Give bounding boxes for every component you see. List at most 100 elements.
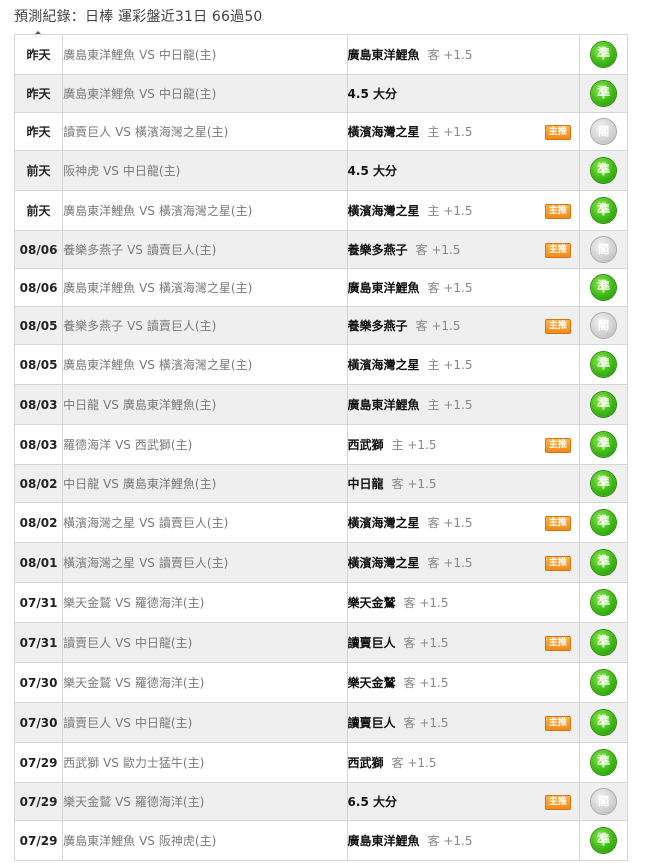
pick-team: 橫濱海灣之星 [347,516,420,530]
row-date: 08/02 [13,464,64,503]
hit-result-icon: 準 [590,42,616,67]
row-pick: 廣島東洋鯉魚客 +1.5 [346,34,580,75]
home-team-name: 讀賣巨人(主) [146,319,217,333]
row-pick: 橫濱海灣之星客 +1.5 主推 [346,542,580,583]
row-pick: 廣島東洋鯉魚客 +1.5 [346,268,580,307]
pick-team: 橫濱海灣之星 [347,125,420,139]
row-date: 08/02 [13,502,64,543]
row-matchup[interactable]: 養樂多燕子 VS 讀賣巨人(主) [62,230,348,269]
row-matchup[interactable]: 廣島東洋鯉魚 VS 中日龍(主) [62,74,348,113]
row-date: 07/29 [13,820,64,861]
row-matchup[interactable]: 養樂多燕子 VS 讀賣巨人(主) [62,306,348,345]
table-row: 前天 阪神虎 VS 中日龍(主) 4.5 大分準 [13,150,629,191]
table-row: 08/05 廣島東洋鯉魚 VS 橫濱海灣之星(主) 橫濱海灣之星主 +1.5 準 [13,344,629,385]
row-result: 準 [578,34,629,75]
home-team-name: 歐力士猛牛(主) [122,756,205,770]
pick-handicap: 主 +1.5 [427,358,473,372]
featured-badge: 主推 [544,318,571,334]
pick-handicap: 客 +1.5 [427,48,473,62]
away-team-name: 阪神虎 [63,164,100,178]
miss-result-icon: 閣 [590,119,616,144]
featured-badge: 主推 [544,124,571,140]
row-pick: 橫濱海灣之星主 +1.5 [346,344,580,385]
away-team-name: 養樂多燕子 [63,319,124,333]
away-team-name: 橫濱海灣之星 [63,516,136,530]
home-team-name: 羅德海洋(主) [134,676,205,690]
pick-handicap: 客 +1.5 [391,477,437,491]
pick-team: 樂天金鷲 [347,596,396,610]
row-date: 07/29 [13,742,64,783]
away-team-name: 中日龍 [63,477,100,491]
home-team-name: 讀賣巨人(主) [158,516,229,530]
row-pick: 4.5 大分 [346,150,580,191]
home-team-name: 廣島東洋鯉魚(主) [122,477,217,491]
pick-team: 讀賣巨人 [347,636,396,650]
pick-team: 廣島東洋鯉魚 [347,398,420,412]
hit-result-icon: 準 [590,471,616,496]
row-matchup[interactable]: 廣島東洋鯉魚 VS 橫濱海灣之星(主) [62,344,348,385]
table-row: 昨天 讀賣巨人 VS 橫濱海灣之星(主) 橫濱海灣之星主 +1.5 主推閣 [13,112,629,151]
row-matchup[interactable]: 廣島東洋鯉魚 VS 阪神虎(主) [62,820,348,861]
prediction-record-table: 昨天 廣島東洋鯉魚 VS 中日龍(主) 廣島東洋鯉魚客 +1.5 準昨天 廣島東洋鯉魚 VS 中… [13,34,629,861]
table-row: 昨天 廣島東洋鯉魚 VS 中日龍(主) 廣島東洋鯉魚客 +1.5 準 [13,34,629,75]
hit-result-icon: 準 [590,510,616,535]
row-date: 08/06 [13,268,64,307]
pick-team: 4.5 大分 [347,87,397,101]
table-row: 08/03 中日龍 VS 廣島東洋鯉魚(主) 廣島東洋鯉魚主 +1.5 準 [13,384,629,425]
away-team-name: 讀賣巨人 [63,125,112,139]
row-result: 準 [578,150,629,191]
pick-team: 西武獅 [347,438,384,452]
row-matchup[interactable]: 羅德海洋 VS 西武獅(主) [62,424,348,465]
versus-label: VS [139,281,155,295]
row-result: 準 [578,542,629,583]
row-date: 08/06 [13,230,64,269]
away-team-name: 樂天金鷲 [63,795,112,809]
row-date: 07/30 [13,662,64,703]
away-team-name: 養樂多燕子 [63,243,124,257]
table-row: 07/29 樂天金鷲 VS 羅德海洋(主) 6.5 大分 主推閣 [13,782,629,821]
row-matchup[interactable]: 阪神虎 VS 中日龍(主) [62,150,348,191]
row-matchup[interactable]: 廣島東洋鯉魚 VS 橫濱海灣之星(主) [62,190,348,231]
row-pick: 西武獅主 +1.5 主推 [346,424,580,465]
versus-label: VS [103,164,119,178]
table-row: 07/30 讀賣巨人 VS 中日龍(主) 讀賣巨人客 +1.5 主推準 [13,702,629,743]
away-team-name: 廣島東洋鯉魚 [63,87,136,101]
pick-team: 橫濱海灣之星 [347,556,420,570]
pick-handicap: 主 +1.5 [427,125,473,139]
away-team-name: 讀賣巨人 [63,636,112,650]
home-team-name: 西武獅(主) [134,438,193,452]
hit-result-icon: 準 [590,550,616,575]
home-team-name: 中日龍(主) [134,716,193,730]
home-team-name: 橫濱海灣之星(主) [158,358,253,372]
versus-label: VS [139,556,155,570]
row-matchup[interactable]: 讀賣巨人 VS 橫濱海灣之星(主) [62,112,348,151]
versus-label: VS [115,125,131,139]
away-team-name: 廣島東洋鯉魚 [63,204,136,218]
table-row: 08/05 養樂多燕子 VS 讀賣巨人(主) 養樂多燕子客 +1.5 主推閣 [13,306,629,345]
featured-badge: 主推 [544,515,571,531]
hit-result-icon: 準 [590,710,616,735]
versus-label: VS [127,243,143,257]
home-team-name: 讀賣巨人(主) [146,243,217,257]
pick-team: 橫濱海灣之星 [347,204,420,218]
row-matchup[interactable]: 西武獅 VS 歐力士猛牛(主) [62,742,348,783]
row-pick: 養樂多燕子客 +1.5 主推 [346,230,580,269]
row-matchup[interactable]: 樂天金鷲 VS 羅德海洋(主) [62,782,348,821]
row-matchup[interactable]: 廣島東洋鯉魚 VS 中日龍(主) [62,34,348,75]
row-matchup[interactable]: 樂天金鷲 VS 羅德海洋(主) [62,582,348,623]
pick-team: 橫濱海灣之星 [347,358,420,372]
row-result: 閣 [578,306,629,345]
row-matchup[interactable]: 中日龍 VS 廣島東洋鯉魚(主) [62,464,348,503]
row-result: 準 [578,424,629,465]
row-matchup[interactable]: 橫濱海灣之星 VS 讀賣巨人(主) [62,542,348,583]
pick-handicap: 客 +1.5 [403,596,449,610]
row-matchup[interactable]: 樂天金鷲 VS 羅德海洋(主) [62,662,348,703]
row-matchup[interactable]: 中日龍 VS 廣島東洋鯉魚(主) [62,384,348,425]
versus-label: VS [139,834,155,848]
row-matchup[interactable]: 橫濱海灣之星 VS 讀賣巨人(主) [62,502,348,543]
row-matchup[interactable]: 讀賣巨人 VS 中日龍(主) [62,702,348,743]
row-matchup[interactable]: 廣島東洋鯉魚 VS 橫濱海灣之星(主) [62,268,348,307]
miss-result-icon: 閣 [590,237,616,262]
pick-handicap: 客 +1.5 [391,756,437,770]
row-matchup[interactable]: 讀賣巨人 VS 中日龍(主) [62,622,348,663]
